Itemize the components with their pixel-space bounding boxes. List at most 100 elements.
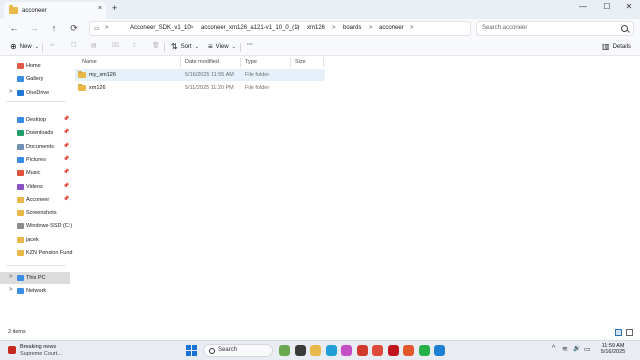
sidebar-item-documents[interactable]: Documents 📌 [0, 141, 70, 153]
chevron-right-icon[interactable]: > [9, 89, 13, 95]
chevron-up-icon[interactable]: ^ [552, 345, 555, 352]
folder-icon [17, 250, 24, 256]
file-row-my-xm126[interactable]: my_xm126 5/16/2025 11:55 AM File folder [75, 69, 325, 81]
paste-icon[interactable]: ▤ [91, 42, 97, 49]
back-button[interactable]: ← [8, 23, 20, 33]
address-bar[interactable]: ▭ > Acconeer_SDK_v1_10 > acconeer_xm126_… [89, 21, 471, 36]
new-button[interactable]: ⊕ New ⌄ [10, 42, 39, 51]
sidebar-item-jacek[interactable]: jacek [0, 234, 70, 246]
breadcrumb-separator: > [369, 25, 373, 31]
volume-icon[interactable]: 🔊 [573, 345, 580, 352]
tab-close-icon[interactable]: × [98, 5, 102, 12]
file-explorer-icon[interactable] [310, 345, 321, 356]
sidebar-item-home[interactable]: Home [0, 60, 70, 72]
breadcrumb-sdk[interactable]: Acconeer_SDK_v1_10 [130, 25, 191, 31]
folder-icon [17, 210, 24, 217]
home-icon [17, 63, 24, 69]
search-box[interactable]: Search acconeer [476, 21, 634, 36]
copilot-icon[interactable] [341, 345, 352, 356]
minimize-button[interactable]: — [574, 2, 592, 11]
sidebar-item-windows-ssd-c[interactable]: Windows-SSD (C:) [0, 220, 73, 232]
sidebar-item-screenshots[interactable]: Screenshots [0, 207, 70, 219]
sidebar-item-network[interactable]: > Network [0, 285, 70, 297]
sidebar-item-acconeer[interactable]: Acconeer 📌 [0, 194, 70, 206]
column-header-date[interactable]: Date modified [185, 59, 219, 65]
sidebar-item-label: Windows-SSD (C:) [26, 223, 73, 230]
sidebar-item-label: KZN Pension Fund [26, 250, 73, 256]
more-options-button[interactable]: ··· [247, 42, 253, 48]
sidebar-item-kzn-pension-fund[interactable]: KZN Pension Fund [0, 247, 73, 259]
app-red-icon[interactable] [356, 345, 368, 356]
forward-button[interactable]: → [28, 23, 40, 33]
vscode-icon[interactable] [434, 345, 445, 356]
battery-icon[interactable]: ▭ [584, 345, 591, 353]
share-icon[interactable]: ⇪ [132, 42, 137, 49]
sidebar-item-music[interactable]: Music 📌 [0, 167, 70, 179]
pictures-icon [17, 156, 24, 163]
view-button[interactable]: ≡ View ⌄ [208, 42, 236, 51]
column-header-name[interactable]: Name [82, 59, 97, 65]
clock[interactable]: 11:59 AM 5/16/2025 [596, 343, 630, 355]
details-button[interactable]: ▥ Details [602, 42, 631, 51]
sidebar-item-onedrive[interactable]: > OneDrive [0, 87, 70, 99]
maximize-button[interactable]: ☐ [598, 2, 616, 11]
news-icon [8, 346, 16, 354]
search-icon [209, 348, 215, 354]
sidebar-item-gallery[interactable]: Gallery [0, 73, 70, 85]
column-header-size[interactable]: Size [295, 59, 306, 65]
clock-date: 5/16/2025 [600, 349, 626, 355]
cut-icon[interactable]: ✂ [50, 42, 55, 49]
office-icon[interactable] [403, 345, 414, 356]
item-count: 2 items [8, 329, 26, 335]
breadcrumb-separator: > [190, 25, 194, 31]
whatsapp-icon[interactable] [418, 345, 430, 356]
chevron-right-icon[interactable]: > [9, 274, 13, 280]
search-input[interactable]: Search acconeer [482, 25, 527, 31]
sidebar-item-pictures[interactable]: Pictures 📌 [0, 154, 70, 166]
chevron-right-icon[interactable]: > [9, 287, 13, 293]
file-row-xm126[interactable]: xm126 5/11/2025 11:20 PM File folder [75, 82, 325, 94]
breadcrumb-boards[interactable]: boards [343, 25, 361, 31]
column-divider[interactable] [180, 58, 181, 67]
nature-widget-icon[interactable] [279, 345, 290, 356]
new-tab-button[interactable]: + [112, 3, 117, 13]
task-view-icon[interactable] [294, 345, 306, 356]
sidebar-item-label: Acconeer [26, 196, 50, 203]
gallery-icon [17, 76, 24, 83]
up-button[interactable]: ↑ [48, 23, 60, 33]
sidebar-item-downloads[interactable]: Downloads 📌 [0, 127, 70, 139]
sidebar-item-this-pc[interactable]: > This PC [0, 272, 70, 284]
edge-icon[interactable] [325, 345, 337, 356]
sidebar-item-videos[interactable]: Videos 📌 [0, 181, 70, 193]
sidebar-item-label: Pictures [26, 156, 46, 163]
refresh-button[interactable]: ⟳ [68, 23, 80, 34]
copy-icon[interactable]: ❐ [71, 42, 76, 49]
rename-icon[interactable]: ⌧ [112, 42, 119, 49]
file-date: 5/16/2025 11:55 AM [185, 72, 234, 78]
plus-icon: ⊕ [10, 42, 17, 51]
pin-icon: 📌 [63, 155, 70, 162]
delete-icon[interactable]: 🗑 [152, 42, 160, 49]
sidebar-item-desktop[interactable]: Desktop 📌 [0, 114, 70, 126]
chrome-icon[interactable] [372, 345, 383, 356]
tab-acconeer[interactable]: acconeer × [4, 2, 106, 19]
taskbar-search[interactable]: Search [203, 344, 273, 357]
news-widget[interactable]: Breaking news Supreme Court... [8, 343, 98, 359]
wifi-icon[interactable]: ≋ [562, 345, 568, 353]
mcafee-icon[interactable] [387, 345, 399, 356]
news-subtitle: Supreme Court... [20, 351, 62, 357]
start-button[interactable] [186, 345, 197, 356]
breadcrumb-xm126[interactable]: xm126 [307, 25, 325, 31]
column-header-type[interactable]: Type [245, 59, 257, 65]
breadcrumb-xm126-a121[interactable]: acconeer_xm126_a121-v1_10_0_(1) [201, 25, 299, 31]
tiles-view-icon[interactable] [626, 329, 633, 336]
column-divider[interactable] [240, 58, 241, 67]
breadcrumb-acconeer[interactable]: acconeer [379, 25, 404, 31]
sort-button[interactable]: ⇅ Sort ⌄ [171, 42, 199, 51]
close-button[interactable]: ✕ [620, 2, 638, 11]
details-view-icon[interactable] [615, 329, 622, 336]
column-divider[interactable] [323, 58, 324, 67]
file-name: xm126 [89, 85, 106, 91]
sidebar-item-label: This PC [26, 275, 46, 281]
column-divider[interactable] [290, 58, 291, 67]
